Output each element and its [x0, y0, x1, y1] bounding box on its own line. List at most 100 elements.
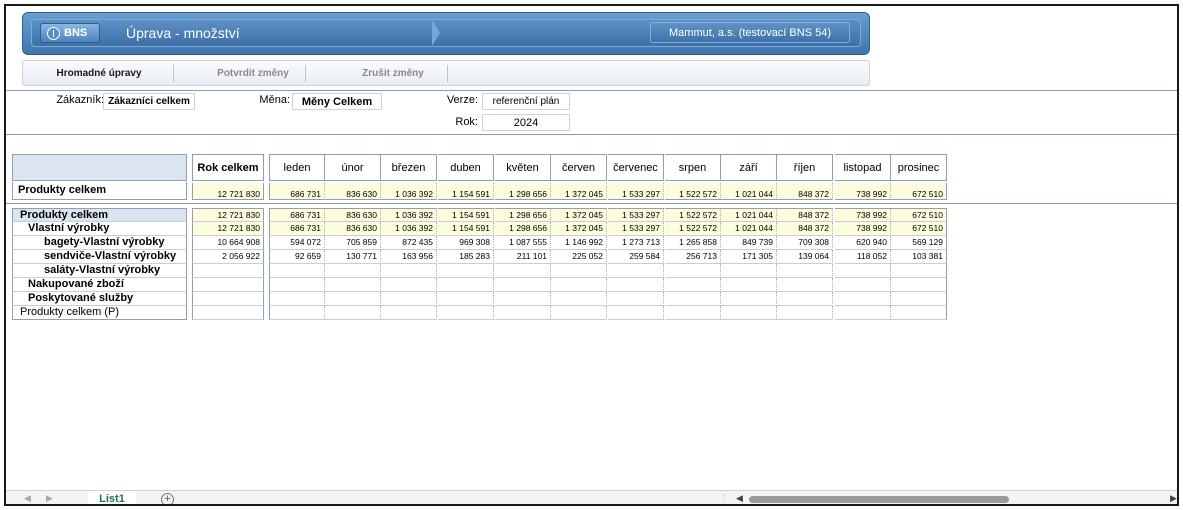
summary-value-cell[interactable]: 1 522 572	[665, 183, 721, 200]
row-value-cell[interactable]: 738 992	[835, 208, 891, 222]
row-value-cell[interactable]: 1 533 297	[608, 208, 664, 222]
row-value-cell[interactable]: 1 154 591	[438, 208, 494, 222]
column-header-month[interactable]: červen	[551, 154, 607, 181]
row-total-cell[interactable]: 12 721 830	[192, 222, 264, 236]
summary-value-cell[interactable]: 672 510	[891, 183, 947, 200]
row-value-cell[interactable]	[325, 292, 381, 306]
row-value-cell[interactable]: 103 381	[891, 250, 947, 264]
row-value-cell[interactable]: 709 308	[777, 236, 833, 250]
row-value-cell[interactable]: 1 021 044	[721, 222, 777, 236]
scroll-right-icon[interactable]: ▶	[1170, 493, 1177, 504]
row-value-cell[interactable]: 836 630	[325, 222, 381, 236]
row-value-cell[interactable]	[381, 278, 437, 292]
row-value-cell[interactable]: 1 298 656	[495, 208, 551, 222]
column-header-month[interactable]: srpen	[665, 154, 721, 181]
row-value-cell[interactable]	[665, 264, 721, 278]
row-total-cell[interactable]: 12 721 830	[192, 208, 264, 222]
row-value-cell[interactable]	[495, 278, 551, 292]
row-value-cell[interactable]	[438, 306, 494, 320]
row-value-cell[interactable]	[551, 278, 607, 292]
row-value-cell[interactable]	[835, 278, 891, 292]
row-value-cell[interactable]	[777, 306, 833, 320]
next-sheet-icon[interactable]: ▶	[46, 493, 53, 504]
row-value-cell[interactable]: 1 372 045	[551, 208, 607, 222]
cancel-changes-button[interactable]: Zrušit změny	[323, 65, 463, 82]
row-value-cell[interactable]	[325, 306, 381, 320]
row-value-cell[interactable]	[721, 264, 777, 278]
row-value-cell[interactable]: 1 522 572	[665, 222, 721, 236]
summary-value-cell[interactable]: 848 372	[777, 183, 833, 200]
row-value-cell[interactable]: 118 052	[835, 250, 891, 264]
customer-field[interactable]: Zákazníci celkem	[103, 93, 195, 110]
row-value-cell[interactable]	[269, 292, 325, 306]
row-value-cell[interactable]: 836 630	[325, 208, 381, 222]
row-total-cell[interactable]: 10 664 908	[192, 236, 264, 250]
row-value-cell[interactable]	[325, 278, 381, 292]
summary-value-cell[interactable]: 836 630	[325, 183, 381, 200]
summary-value-cell[interactable]: 1 372 045	[551, 183, 607, 200]
row-value-cell[interactable]: 1 522 572	[665, 208, 721, 222]
row-total-cell[interactable]	[192, 264, 264, 278]
row-total-cell[interactable]	[192, 292, 264, 306]
row-value-cell[interactable]	[269, 278, 325, 292]
version-field[interactable]: referenční plán	[482, 93, 570, 110]
row-value-cell[interactable]	[777, 292, 833, 306]
row-value-cell[interactable]	[438, 278, 494, 292]
row-value-cell[interactable]: 163 956	[381, 250, 437, 264]
prev-sheet-icon[interactable]: ◀	[24, 493, 31, 504]
row-value-cell[interactable]: 185 283	[438, 250, 494, 264]
row-value-cell[interactable]: 1 298 656	[495, 222, 551, 236]
summary-value-cell[interactable]: 1 533 297	[608, 183, 664, 200]
row-value-cell[interactable]: 849 739	[721, 236, 777, 250]
column-header-month[interactable]: listopad	[835, 154, 891, 181]
row-value-cell[interactable]: 92 659	[269, 250, 325, 264]
company-badge[interactable]: Mammut, a.s. (testovací BNS 54)	[650, 22, 850, 43]
row-value-cell[interactable]	[777, 278, 833, 292]
row-value-cell[interactable]	[551, 292, 607, 306]
column-header-month[interactable]: leden	[269, 154, 325, 181]
column-header-month[interactable]: duben	[438, 154, 494, 181]
row-total-cell[interactable]	[192, 278, 264, 292]
row-value-cell[interactable]: 686 731	[269, 222, 325, 236]
row-value-cell[interactable]	[438, 264, 494, 278]
summary-value-cell[interactable]: 1 021 044	[721, 183, 777, 200]
column-header-month[interactable]: březen	[381, 154, 437, 181]
summary-value-cell[interactable]: 686 731	[269, 183, 325, 200]
row-total-cell[interactable]	[192, 306, 264, 320]
row-value-cell[interactable]: 1 265 858	[665, 236, 721, 250]
column-header-month[interactable]: únor	[325, 154, 381, 181]
row-value-cell[interactable]: 569 129	[891, 236, 947, 250]
column-header-month[interactable]: prosinec	[891, 154, 947, 181]
row-value-cell[interactable]	[495, 292, 551, 306]
row-value-cell[interactable]: 848 372	[777, 222, 833, 236]
add-sheet-icon[interactable]: +	[161, 493, 174, 504]
row-value-cell[interactable]	[551, 264, 607, 278]
row-value-cell[interactable]: 686 731	[269, 208, 325, 222]
row-value-cell[interactable]	[269, 306, 325, 320]
row-value-cell[interactable]	[438, 292, 494, 306]
row-value-cell[interactable]	[777, 264, 833, 278]
row-value-cell[interactable]	[495, 264, 551, 278]
column-header-month[interactable]: září	[721, 154, 777, 181]
row-value-cell[interactable]	[381, 292, 437, 306]
row-value-cell[interactable]	[835, 306, 891, 320]
row-value-cell[interactable]: 705 859	[325, 236, 381, 250]
row-value-cell[interactable]	[891, 292, 947, 306]
confirm-changes-button[interactable]: Potvrdit změny	[183, 65, 323, 82]
row-value-cell[interactable]: 620 940	[835, 236, 891, 250]
row-value-cell[interactable]	[608, 278, 664, 292]
row-total-cell[interactable]: 2 056 922	[192, 250, 264, 264]
row-value-cell[interactable]: 672 510	[891, 208, 947, 222]
summary-total-cell[interactable]: 12 721 830	[192, 183, 264, 200]
row-value-cell[interactable]: 1 372 045	[551, 222, 607, 236]
row-value-cell[interactable]: 256 713	[665, 250, 721, 264]
row-value-cell[interactable]	[608, 292, 664, 306]
currency-field[interactable]: Měny Celkem	[292, 93, 382, 110]
row-value-cell[interactable]	[665, 278, 721, 292]
row-value-cell[interactable]: 672 510	[891, 222, 947, 236]
row-value-cell[interactable]	[269, 264, 325, 278]
row-value-cell[interactable]	[891, 278, 947, 292]
row-value-cell[interactable]: 1 036 392	[381, 222, 437, 236]
row-value-cell[interactable]	[608, 264, 664, 278]
row-value-cell[interactable]	[835, 292, 891, 306]
